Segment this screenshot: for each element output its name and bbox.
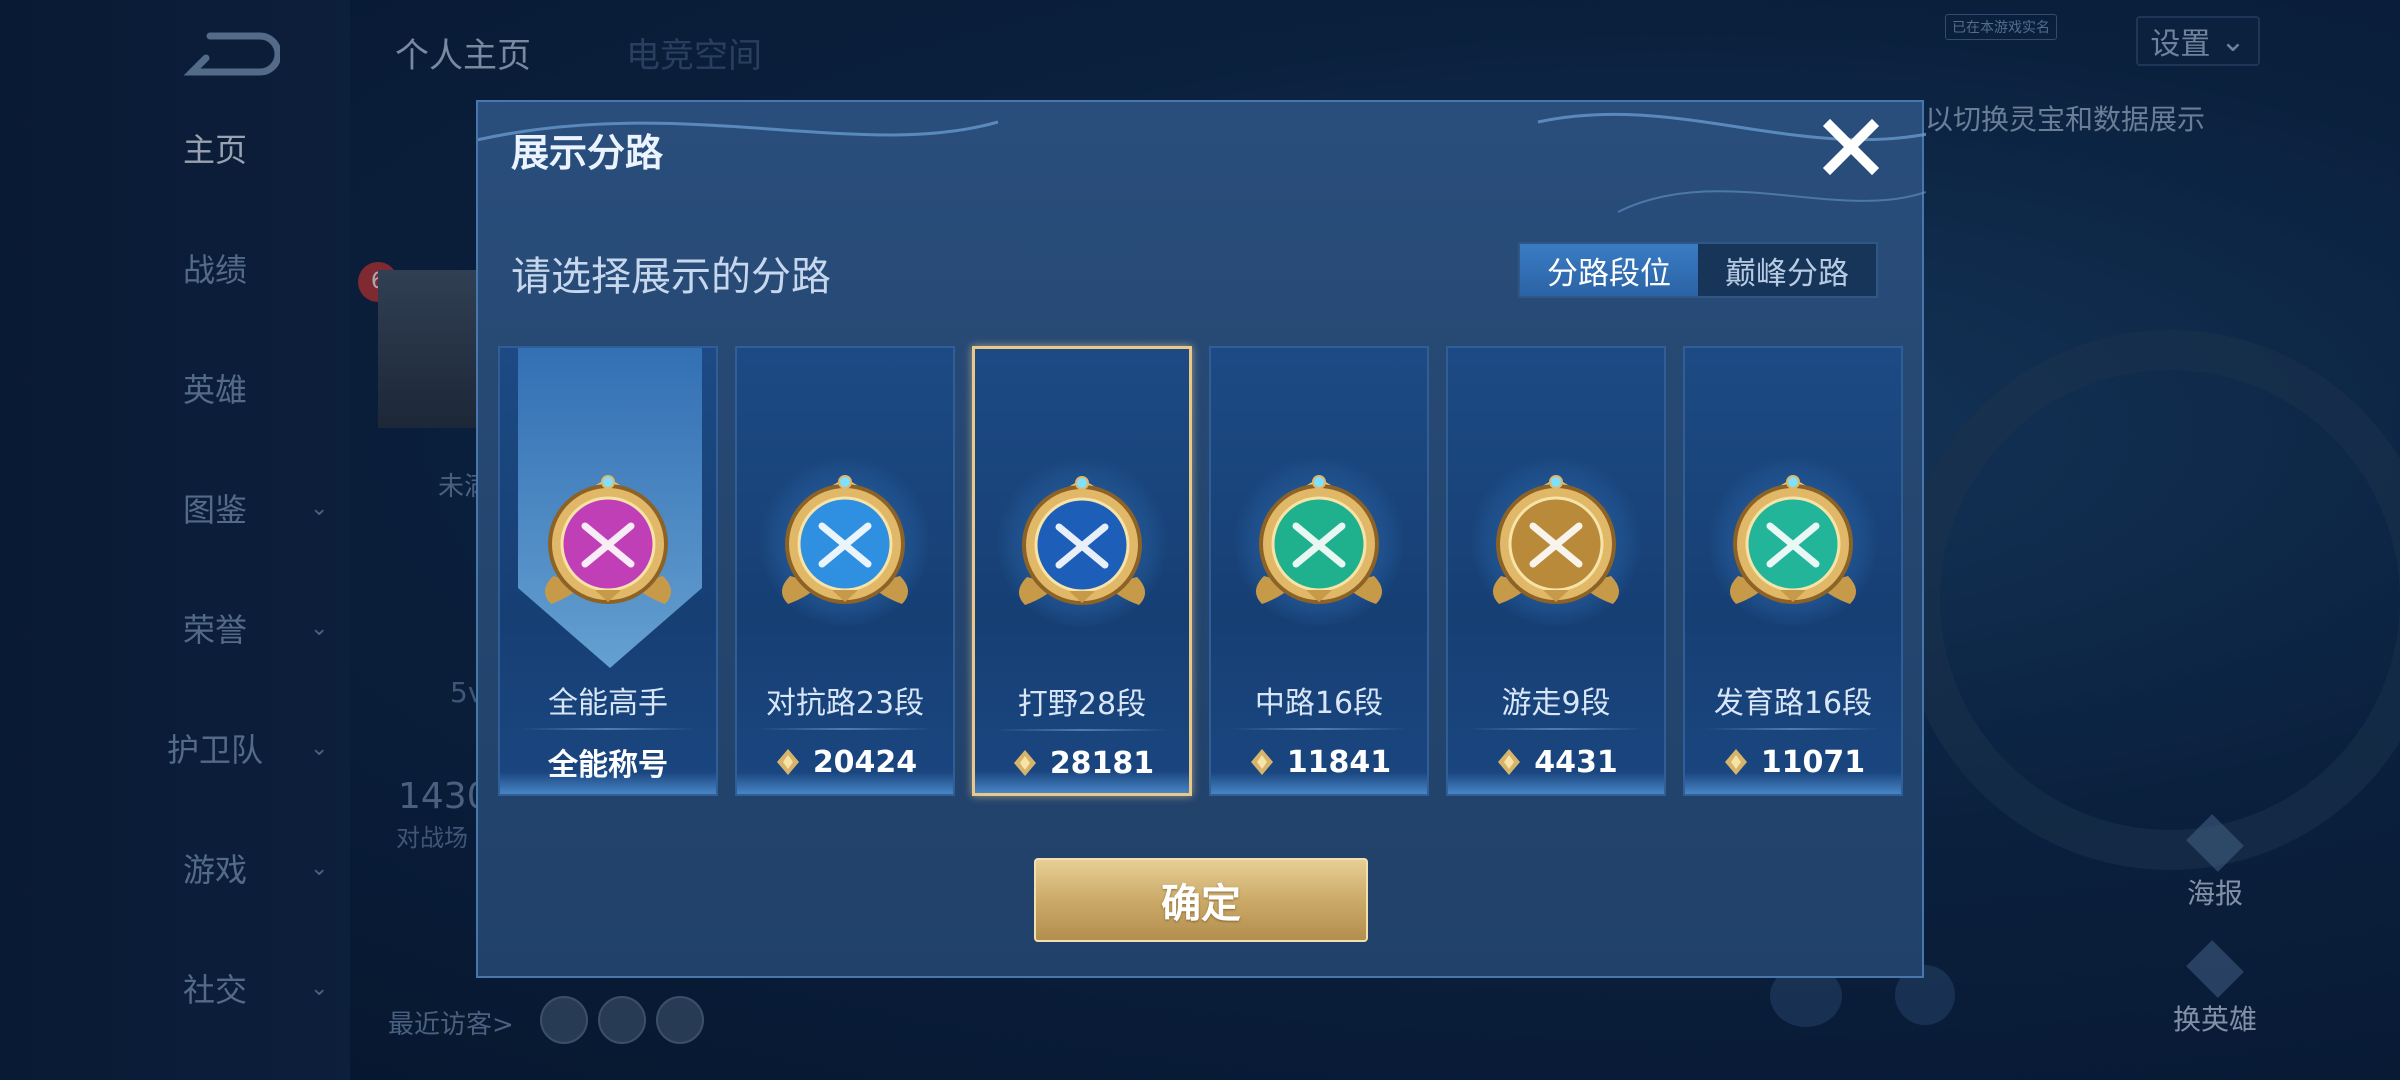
- divider: [1231, 728, 1407, 730]
- lane-card[interactable]: 对抗路23段 20424: [735, 346, 955, 796]
- tab-peak-lane[interactable]: 巅峰分路: [1698, 244, 1876, 296]
- card-bottom-glow: [500, 772, 716, 794]
- lane-card[interactable]: 发育路16段 11071: [1683, 346, 1903, 796]
- mid-lane-emblem-icon: [1255, 475, 1383, 604]
- divider: [757, 728, 933, 730]
- lane-card[interactable]: 中路16段 11841: [1209, 346, 1429, 796]
- lane-name: 发育路16段: [1713, 686, 1873, 721]
- divider: [520, 728, 696, 730]
- lane-name: 游走9段: [1501, 686, 1611, 721]
- clash-lane-emblem-icon: [781, 475, 909, 604]
- dialog-title: 展示分路: [511, 131, 664, 175]
- card-bottom-glow: [975, 771, 1189, 793]
- lane-name: 对抗路23段: [765, 686, 925, 721]
- select-prompt: 请选择展示的分路: [511, 254, 831, 300]
- roam-emblem-icon: [1492, 475, 1620, 604]
- all-round-emblem-icon: [544, 475, 672, 604]
- divider: [1468, 728, 1644, 730]
- divider: [995, 729, 1169, 731]
- divider: [1705, 728, 1881, 730]
- tab-lane-rank[interactable]: 分路段位: [1520, 244, 1698, 296]
- lane-display-dialog: 展示分路 请选择展示的分路 分路段位 巅峰分路 全能高手 全能称号 对抗路23段 20…: [476, 100, 1926, 978]
- close-icon[interactable]: [1820, 116, 1882, 178]
- lane-card-list: 全能高手 全能称号 对抗路23段 20424 打野28段 28181 中路16段 11841 游…: [498, 346, 1908, 798]
- card-bottom-glow: [1685, 772, 1901, 794]
- lane-card[interactable]: 打野28段 28181: [972, 346, 1192, 796]
- lane-name: 中路16段: [1254, 686, 1384, 721]
- lane-card[interactable]: 全能高手 全能称号: [498, 346, 718, 796]
- card-bottom-glow: [737, 772, 953, 794]
- header-ornament: [478, 112, 1926, 213]
- display-mode-toggle: 分路段位 巅峰分路: [1518, 242, 1878, 298]
- card-bottom-glow: [1211, 772, 1427, 794]
- lane-name: 打野28段: [1017, 687, 1147, 722]
- lane-name: 全能高手: [548, 686, 668, 721]
- lane-card[interactable]: 游走9段 4431: [1446, 346, 1666, 796]
- card-bottom-glow: [1448, 772, 1664, 794]
- jungle-emblem-icon: [1018, 476, 1146, 605]
- farm-lane-emblem-icon: [1729, 475, 1857, 604]
- confirm-button[interactable]: 确定: [1034, 858, 1368, 942]
